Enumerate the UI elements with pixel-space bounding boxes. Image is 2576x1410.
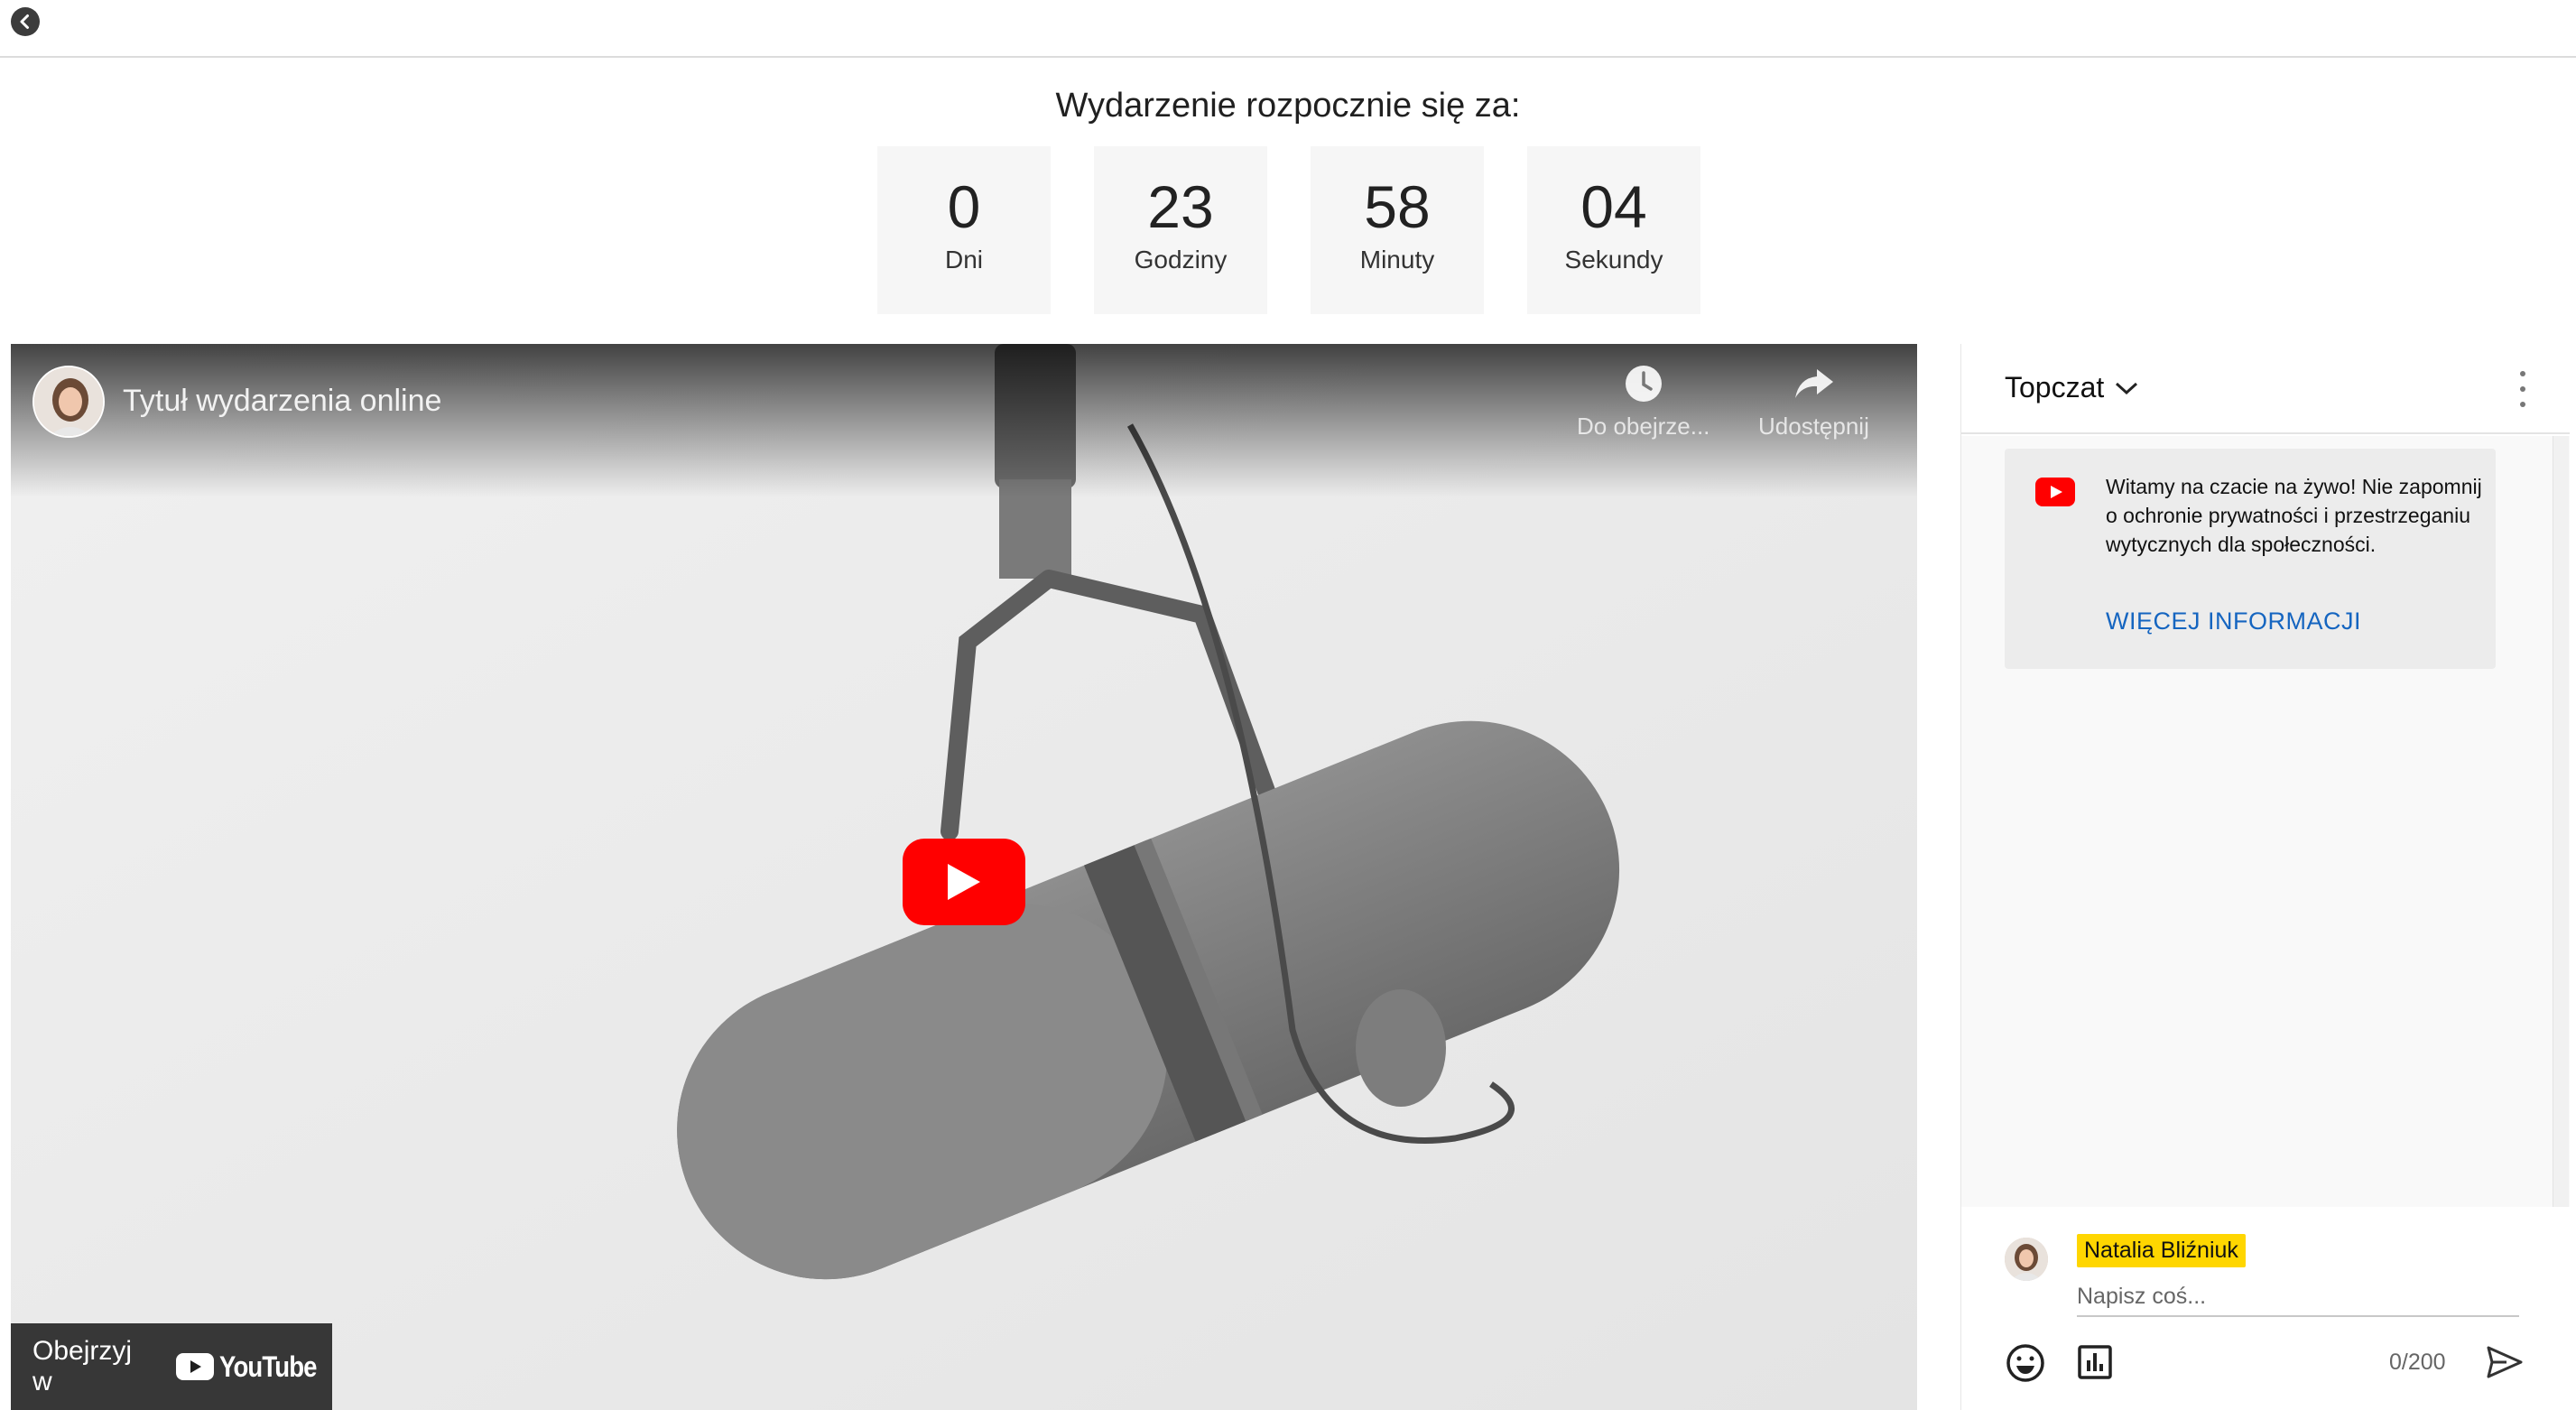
chat-header: Topczat [1961,344,2570,434]
countdown-value: 58 [1364,173,1431,240]
live-chat: Topczat Witamy na czacie na żywo! Nie za… [1960,344,2570,1410]
youtube-icon [175,1353,214,1380]
youtube-wordmark: YouTube [218,1350,317,1383]
share-label: Udostępnij [1758,413,1869,440]
watch-later-label: Do obejrze... [1577,413,1710,440]
countdown-hours: 23 Godziny [1094,146,1267,314]
play-button[interactable] [903,839,1025,925]
user-name-badge: Natalia Bliźniuk [2077,1234,2246,1267]
countdown: 0 Dni 23 Godziny 58 Minuty 04 Sekundy [877,146,1700,314]
chevron-down-icon [2116,382,2138,394]
youtube-icon [2035,478,2075,506]
welcome-text: Witamy na czacie na żywo! Nie zapomnij o… [2106,475,2482,556]
countdown-label: Dni [944,246,983,274]
watch-on-label: Obejrzyj w [32,1336,133,1396]
send-icon[interactable] [2485,1342,2525,1382]
countdown-value: 0 [947,173,981,240]
chevron-left-icon[interactable] [11,7,40,36]
countdown-value: 23 [1147,173,1214,240]
channel-avatar[interactable] [32,366,105,438]
emoji-icon[interactable] [2005,1342,2046,1384]
youtube-logo: YouTube [175,1350,332,1384]
message-input[interactable] [2077,1277,2519,1317]
video-title[interactable]: Tytuł wydarzenia online [123,384,441,419]
chat-composer: Natalia Bliźniuk 0/200 [1961,1207,2570,1410]
countdown-label: Sekundy [1564,246,1663,274]
chat-mode-dropdown[interactable]: Topczat [2005,371,2140,404]
countdown-label: Minuty [1359,246,1435,274]
play-icon [948,864,980,900]
avatar [2005,1238,2048,1281]
countdown-title: Wydarzenie rozpocznie się za: [1055,87,1521,125]
welcome-message: Witamy na czacie na żywo! Nie zapomnij o… [2005,449,2496,669]
countdown-days: 0 Dni [877,146,1051,314]
chat-messages[interactable]: Witamy na czacie na żywo! Nie zapomnij o… [1961,436,2570,1207]
countdown-value: 04 [1580,173,1647,240]
countdown-label: Godziny [1134,246,1228,274]
countdown-minutes: 58 Minuty [1311,146,1484,314]
more-options-icon[interactable] [2514,371,2532,407]
share-button[interactable]: Udostępnij [1758,364,1869,441]
countdown-seconds: 04 Sekundy [1527,146,1700,314]
clock-icon [1625,366,1662,402]
watch-later-button[interactable]: Do obejrze... [1577,364,1710,441]
chat-scrollbar[interactable] [2553,436,2569,1207]
video-player[interactable]: Tytuł wydarzenia online Do obejrze... Ud… [11,344,1917,1410]
more-info-link[interactable]: WIĘCEJ INFORMACJI [2106,608,2361,635]
poll-icon[interactable] [2077,1344,2113,1380]
watch-on-youtube-button[interactable]: Obejrzyj w YouTube [11,1323,332,1410]
top-bar [0,0,2576,58]
character-counter: 0/200 [2389,1350,2446,1375]
chat-mode-label: Topczat [2005,371,2105,404]
share-icon [1795,369,1834,398]
